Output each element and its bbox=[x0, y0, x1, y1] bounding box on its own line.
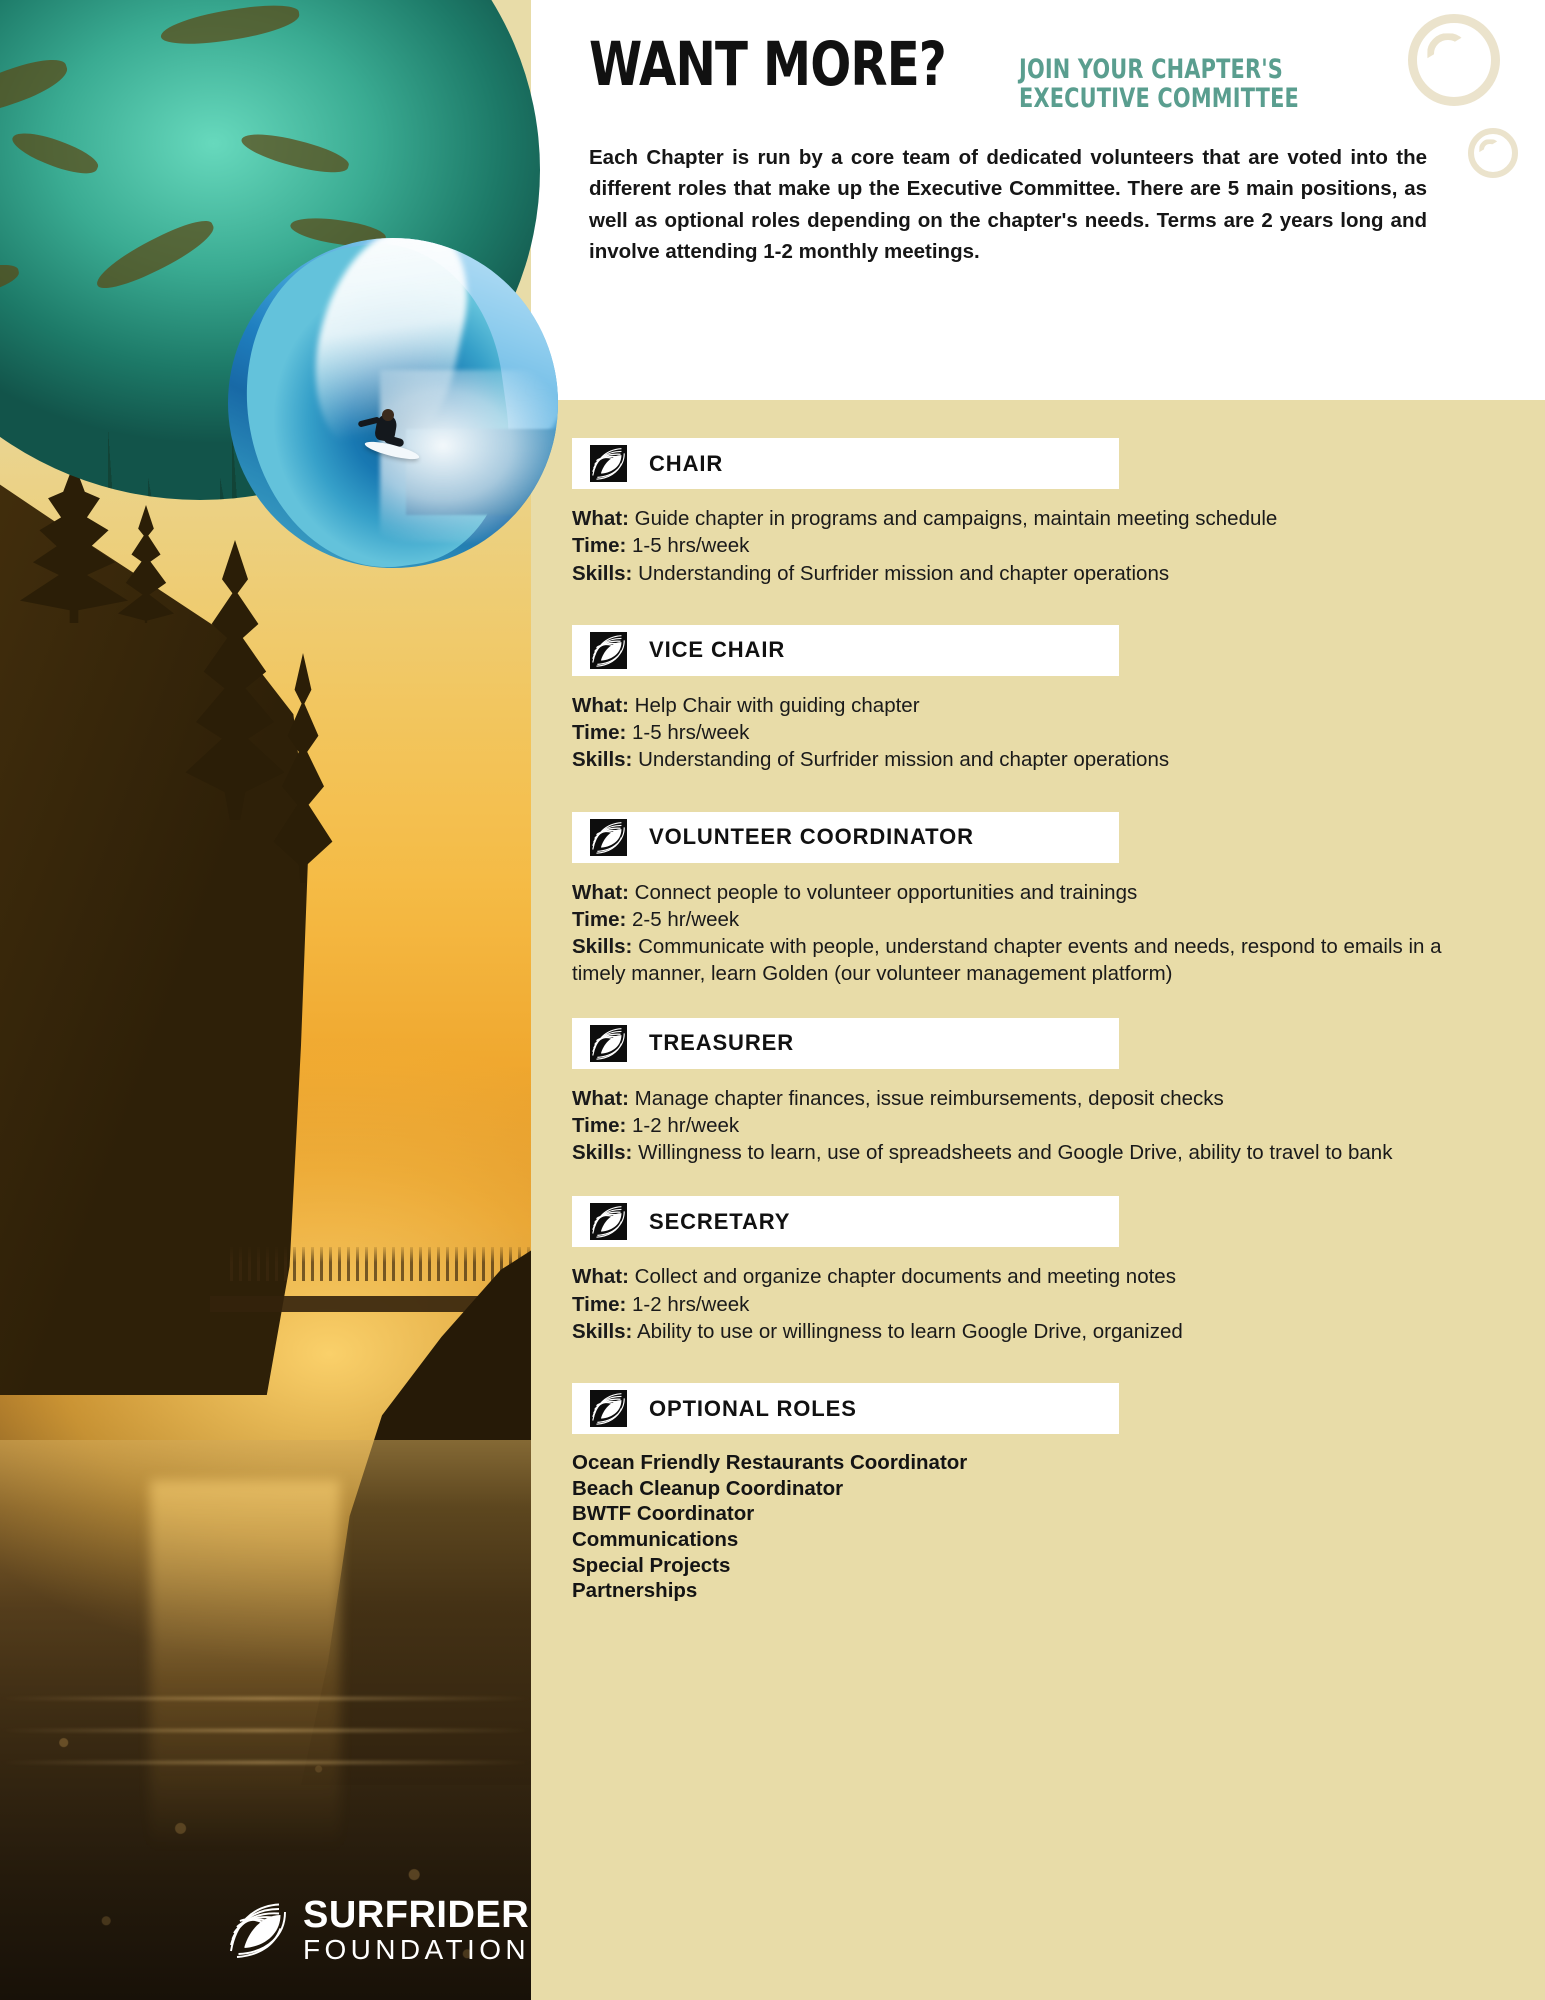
role-header-chair: CHAIR bbox=[572, 438, 1119, 489]
list-item: Communications bbox=[572, 1527, 739, 1551]
role-time: 1-5 hrs/week bbox=[632, 534, 750, 558]
kelp-blade bbox=[158, 0, 302, 50]
label-what: What: bbox=[572, 1265, 629, 1289]
list-item: Special Projects bbox=[572, 1553, 731, 1577]
brand-line-1: SURFRIDER bbox=[303, 1894, 530, 1936]
role-details-vice-chair: What: Help Chair with guiding chapter Ti… bbox=[572, 692, 1545, 774]
role-title: TREASURER bbox=[649, 1030, 794, 1055]
role-header-treasurer: TREASURER bbox=[572, 1017, 1119, 1069]
role-title: OPTIONAL ROLES bbox=[649, 1395, 857, 1421]
bubble-highlight-icon bbox=[1427, 33, 1469, 59]
optional-roles-list: Ocean Friendly Restaurants Coordinator B… bbox=[572, 1450, 1545, 1604]
list-item: Partnerships bbox=[572, 1579, 698, 1603]
label-what: What: bbox=[572, 1086, 629, 1110]
label-skills: Skills: bbox=[572, 1319, 633, 1343]
role-section-secretary: SECRETARY What: Collect and organize cha… bbox=[531, 1196, 1545, 1345]
role-header-vice-chair: VICE CHAIR bbox=[572, 624, 1119, 676]
subtitle-line-1: JOIN YOUR CHAPTER'S bbox=[1018, 54, 1283, 85]
role-skills: Understanding of Surfrider mission and c… bbox=[638, 748, 1170, 772]
role-section-vice-chair: VICE CHAIR What: Help Chair with guiding… bbox=[531, 624, 1545, 774]
surfer-head bbox=[382, 408, 394, 421]
label-time: Time: bbox=[572, 907, 627, 931]
role-details-volunteer-coordinator: What: Connect people to volunteer opport… bbox=[572, 879, 1545, 988]
label-time: Time: bbox=[572, 721, 627, 744]
surfrider-wave-icon bbox=[590, 631, 627, 669]
role-header-secretary: SECRETARY bbox=[572, 1196, 1119, 1248]
surfrider-foundation-logo: SURFRIDER FOUNDATION bbox=[228, 1896, 530, 1964]
role-section-optional: OPTIONAL ROLES Ocean Friendly Restaurant… bbox=[531, 1383, 1545, 1604]
role-what: Collect and organize chapter documents a… bbox=[634, 1265, 1176, 1289]
page-subtitle: JOIN YOUR CHAPTER'S EXECUTIVE COMMITTEE bbox=[1018, 54, 1299, 114]
label-what: What: bbox=[572, 507, 629, 530]
role-time: 1-2 hr/week bbox=[632, 1113, 740, 1137]
role-what: Help Chair with guiding chapter bbox=[634, 693, 920, 717]
roles-content: CHAIR What: Guide chapter in programs an… bbox=[531, 400, 1545, 2000]
brand-wordmark: SURFRIDER FOUNDATION bbox=[303, 1896, 530, 1964]
intro-paragraph: Each Chapter is run by a core team of de… bbox=[589, 146, 1427, 263]
list-item: Beach Cleanup Coordinator bbox=[572, 1476, 844, 1500]
surfrider-wave-icon bbox=[590, 445, 627, 482]
role-title: VOLUNTEER COORDINATOR bbox=[649, 824, 974, 849]
role-section-chair: CHAIR What: Guide chapter in programs an… bbox=[531, 438, 1545, 587]
list-item: BWTF Coordinator bbox=[572, 1502, 755, 1526]
role-details-treasurer: What: Manage chapter finances, issue rei… bbox=[572, 1085, 1545, 1167]
role-title: CHAIR bbox=[649, 450, 724, 476]
label-time: Time: bbox=[572, 1292, 627, 1316]
role-what: Connect people to volunteer opportunitie… bbox=[634, 880, 1138, 904]
surfer-barrel-circle-image bbox=[228, 238, 558, 568]
header-panel: WANT MORE? JOIN YOUR CHAPTER'S EXECUTIVE… bbox=[531, 0, 1545, 400]
surfrider-wave-icon bbox=[590, 1024, 627, 1062]
role-section-volunteer-coordinator: VOLUNTEER COORDINATOR What: Connect peop… bbox=[531, 811, 1545, 988]
kelp-blade bbox=[8, 124, 102, 182]
label-skills: Skills: bbox=[572, 561, 633, 585]
kelp-blade bbox=[238, 125, 352, 181]
role-skills: Communicate with people, understand chap… bbox=[572, 935, 1442, 986]
label-skills: Skills: bbox=[572, 748, 633, 772]
label-skills: Skills: bbox=[572, 1141, 633, 1164]
surfrider-wave-icon bbox=[590, 1203, 627, 1241]
role-what: Guide chapter in programs and campaigns,… bbox=[634, 507, 1278, 530]
role-title: SECRETARY bbox=[649, 1208, 791, 1234]
bubble-decoration-small bbox=[1468, 128, 1518, 178]
role-header-optional: OPTIONAL ROLES bbox=[572, 1383, 1119, 1434]
role-skills: Ability to use or willingness to learn G… bbox=[636, 1319, 1183, 1343]
surfrider-wave-icon bbox=[590, 818, 627, 856]
brand-line-2: FOUNDATION bbox=[303, 1934, 531, 1965]
surfrider-wave-logo-icon bbox=[230, 1903, 286, 1958]
list-item: Ocean Friendly Restaurants Coordinator bbox=[572, 1451, 968, 1474]
role-title: VICE CHAIR bbox=[649, 637, 786, 663]
role-time: 2-5 hr/week bbox=[632, 907, 740, 931]
label-what: What: bbox=[572, 693, 629, 717]
bubble-highlight-icon bbox=[1479, 139, 1501, 153]
role-time: 1-2 hrs/week bbox=[632, 1292, 750, 1316]
title-row: WANT MORE? JOIN YOUR CHAPTER'S EXECUTIVE… bbox=[589, 34, 1427, 120]
page-title: WANT MORE? bbox=[589, 29, 947, 100]
surfrider-wave-icon bbox=[590, 1390, 627, 1427]
role-section-treasurer: TREASURER What: Manage chapter finances,… bbox=[531, 1017, 1545, 1167]
kelp-blade bbox=[0, 52, 73, 122]
role-time: 1-5 hrs/week bbox=[632, 721, 750, 744]
role-what: Manage chapter finances, issue reimburse… bbox=[634, 1086, 1224, 1110]
label-skills: Skills: bbox=[572, 935, 633, 958]
role-details-secretary: What: Collect and organize chapter docum… bbox=[572, 1263, 1545, 1345]
distant-treeline bbox=[230, 1247, 531, 1282]
surfer-figure bbox=[357, 408, 421, 463]
role-details-chair: What: Guide chapter in programs and camp… bbox=[572, 505, 1545, 587]
sunset-coast-photo bbox=[0, 385, 531, 2000]
kelp-blade bbox=[90, 213, 220, 297]
role-skills: Understanding of Surfrider mission and c… bbox=[638, 561, 1170, 585]
label-time: Time: bbox=[572, 534, 627, 558]
label-what: What: bbox=[572, 880, 629, 904]
kelp-blade bbox=[0, 259, 22, 307]
role-skills: Willingness to learn, use of spreadsheet… bbox=[638, 1141, 1393, 1164]
role-header-volunteer-coordinator: VOLUNTEER COORDINATOR bbox=[572, 811, 1119, 863]
label-time: Time: bbox=[572, 1113, 627, 1137]
bubble-decoration-large bbox=[1408, 14, 1500, 106]
subtitle-line-2: EXECUTIVE COMMITTEE bbox=[1018, 82, 1299, 114]
